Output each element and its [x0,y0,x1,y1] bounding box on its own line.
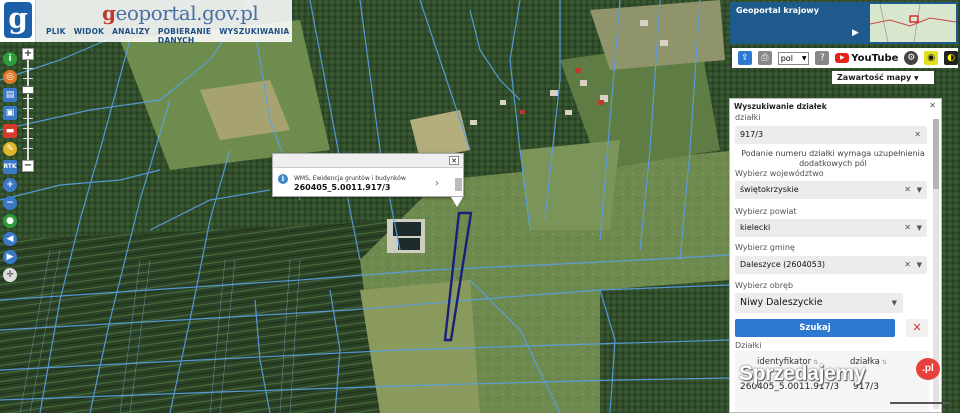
play-icon: ▶ [835,53,850,63]
chevron-right-icon[interactable]: › [435,178,439,189]
header-bar: geoportal.gov.pl PLIK WIDOK ANALIZY POBI… [36,0,293,45]
parcel-number-input[interactable]: 917/3 ✕ [735,126,927,144]
chevron-down-icon: ▼ [891,299,897,307]
left-toolbar: i ◎ ▤ ▣ ▬ ✎ RTK + − ● ◀ ▶ ✛ [0,42,20,282]
overview-title: Geoportal krajowy [736,6,819,15]
clear-icon[interactable]: ✕ [904,181,911,199]
precinct-value: Niwy Daleszyckie [740,297,823,308]
watermark-text: Sprzedajemy [739,362,866,385]
contrast-icon[interactable]: ◐ [944,51,958,65]
county-value: kielecki [740,223,771,232]
popup-header [273,154,463,168]
zoom-slider[interactable]: + − [22,48,34,172]
help-icon[interactable]: ? [815,51,830,65]
brand-title: geoportal.gov.pl [102,1,259,25]
commune-select[interactable]: Daleszyce (2604053) ✕ ▼ [735,256,927,274]
commune-label: Wybierz gminę [735,243,795,252]
overview-map-panel[interactable]: Geoportal krajowy ▶ [730,2,958,44]
map-contents-button[interactable]: Zawartość mapy ▼ [832,71,934,84]
language-select[interactable]: pol ▼ [777,51,810,65]
parcels-label: działki [735,113,761,122]
layers-icon[interactable]: ▣ [3,106,17,120]
voivodeship-value: świętokrzyskie [740,185,799,194]
zoom-track[interactable] [27,60,29,160]
info-icon: i [278,174,288,184]
compass-icon[interactable]: ✛ [3,268,17,282]
settings-icon[interactable]: ⚙ [904,51,919,65]
geoportal-logo[interactable]: g [0,0,36,42]
measure-icon[interactable]: ▬ [3,124,17,138]
hint-text: Podanie numeru działki wymaga uzupełnien… [741,149,925,168]
forward-arrow-icon[interactable]: ▶ [3,250,17,264]
feature-info-popup: ✕ i WMS, Ewidencja gruntów i budynków 26… [272,153,464,207]
zoom-in-icon[interactable]: + [3,178,17,192]
youtube-label: YouTube [851,52,899,64]
menu-item-analizy[interactable]: ANALIZY [108,27,154,45]
chevron-down-icon: ▼ [801,54,807,62]
top-tools-bar: ⇪ ⎙ pol ▼ ? ▶ YouTube ⚙ ◉ ◐ [732,48,958,68]
popup-layer-name: WMS, Ewidencja gruntów i budynków [294,175,406,182]
zoom-minus-button[interactable]: − [22,160,34,172]
brand-rest: eoportal.gov.pl [115,1,259,25]
identify-icon[interactable]: ◎ [3,70,17,84]
draw-icon[interactable]: ✎ [3,142,17,156]
commune-value: Daleszyce (2604053) [740,260,826,269]
popup-pointer [451,197,463,207]
chevron-down-icon: ▼ [916,261,922,269]
search-button[interactable]: Szukaj [735,319,895,337]
overview-minimap[interactable] [869,3,957,43]
menu-item-pobieranie-danych[interactable]: POBIERANIE DANYCH [154,27,215,45]
print-map-icon[interactable]: ⎙ [757,51,772,65]
panel-title: Wyszukiwanie działek [734,102,827,111]
zoom-handle[interactable] [22,86,34,94]
voivodeship-select[interactable]: świętokrzyskie ✕ ▼ [735,181,927,199]
language-value: pol [780,53,793,63]
popup-parcel-id[interactable]: 260405_5.0011.917/3 [294,183,391,192]
logo-letter: g [4,2,32,38]
brand-accent: g [102,1,116,25]
sort-icon: ⇅ [881,359,887,366]
clear-form-icon[interactable]: ✕ [906,319,928,337]
close-icon[interactable]: ✕ [929,101,936,110]
popup-scrollbar[interactable] [455,178,462,191]
menu-item-wyszukiwania[interactable]: WYSZUKIWANIA [215,27,293,45]
watermark-badge: .pl [916,358,940,380]
watermark-underline [890,402,950,404]
clear-icon[interactable]: ✕ [904,219,911,237]
accessibility-icon[interactable]: ◉ [924,51,939,65]
parcel-number-value: 917/3 [740,130,764,139]
print-icon[interactable]: ▤ [3,88,17,102]
map-contents-label: Zawartość mapy [837,73,912,82]
main-menu: PLIK WIDOK ANALIZY POBIERANIE DANYCH WYS… [42,27,293,45]
zoom-out-icon[interactable]: − [3,196,17,210]
menu-item-widok[interactable]: WIDOK [70,27,108,45]
youtube-link[interactable]: ▶ YouTube [835,53,898,64]
voivodeship-label: Wybierz województwo [735,169,824,178]
rtk-icon[interactable]: RTK [3,160,17,174]
county-select[interactable]: kielecki ✕ ▼ [735,219,927,237]
info-icon[interactable]: i [3,52,17,66]
globe-icon[interactable]: ● [3,214,17,228]
clear-icon[interactable]: ✕ [914,126,921,144]
share-icon[interactable]: ⇪ [738,51,752,65]
back-arrow-icon[interactable]: ◀ [3,232,17,246]
results-label: Działki [735,341,762,350]
precinct-label: Wybierz obręb [735,281,794,290]
county-label: Wybierz powiat [735,207,797,216]
dropdown-arrow-icon: ▼ [914,75,919,82]
precinct-select[interactable]: Niwy Daleszyckie ▼ [735,293,903,313]
close-icon[interactable]: ✕ [449,156,459,165]
chevron-down-icon: ▼ [916,224,922,232]
collapse-arrow-icon[interactable]: ▶ [852,28,859,38]
scrollbar-thumb[interactable] [933,119,939,189]
clear-icon[interactable]: ✕ [904,256,911,274]
menu-item-plik[interactable]: PLIK [42,27,70,45]
zoom-plus-button[interactable]: + [22,48,34,60]
chevron-down-icon: ▼ [916,186,922,194]
